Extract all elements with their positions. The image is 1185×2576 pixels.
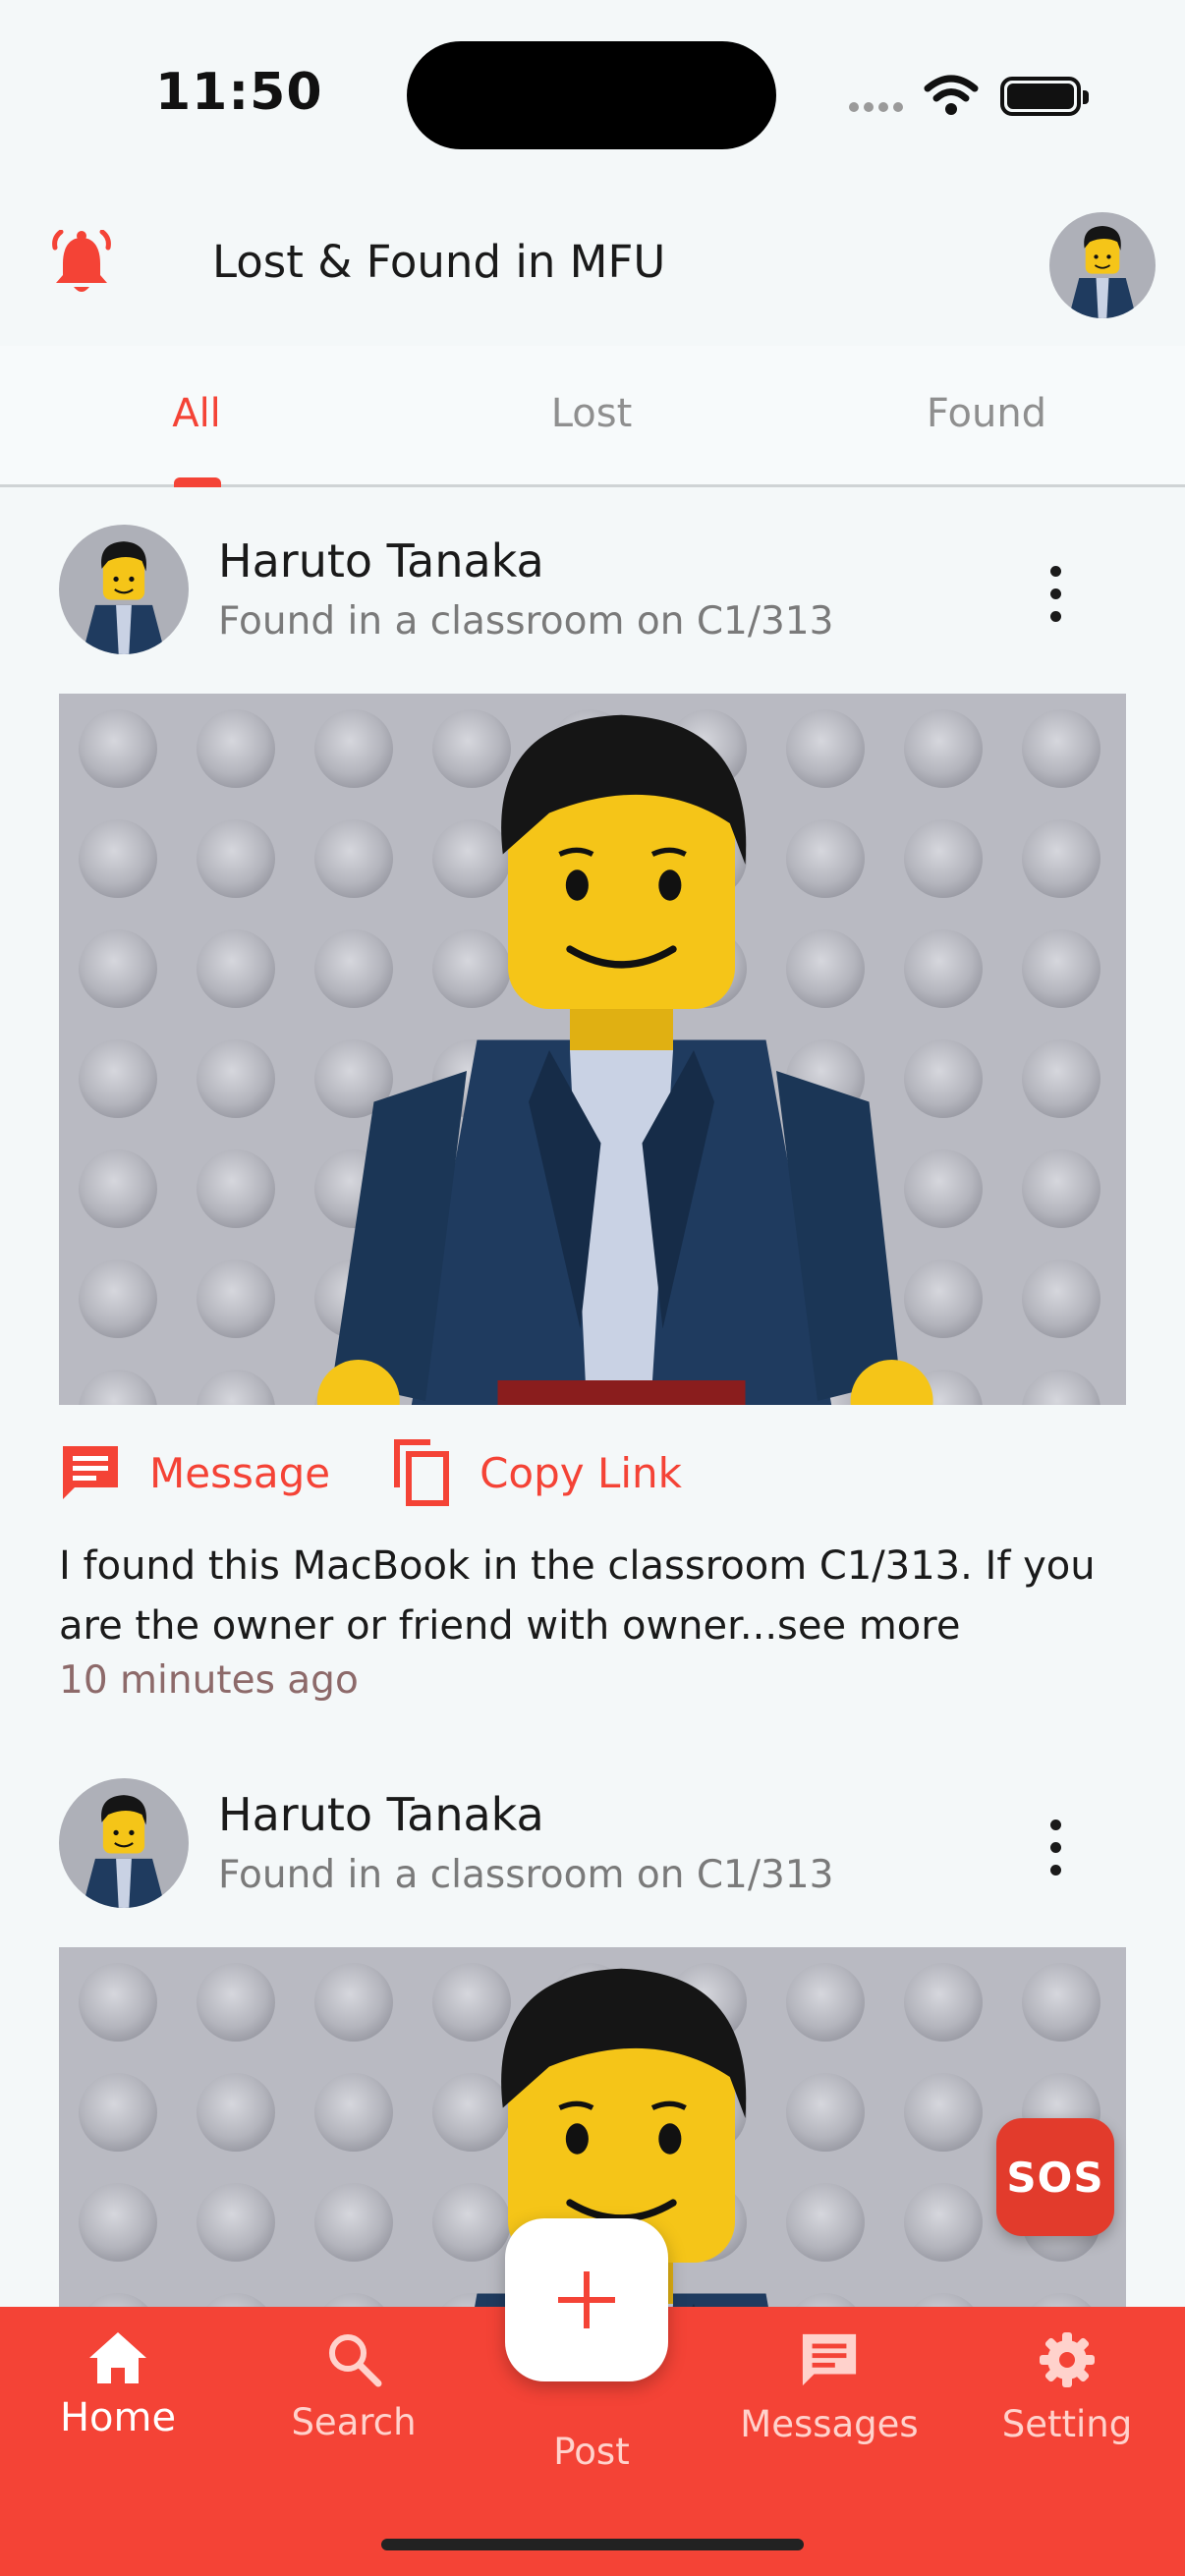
nav-setting-label: Setting <box>1001 2403 1133 2445</box>
nav-setting[interactable]: Setting <box>969 2330 1165 2445</box>
message-icon <box>802 2333 857 2386</box>
copy-link-button[interactable]: Copy Link <box>391 1438 682 1507</box>
create-post-button[interactable] <box>505 2218 668 2381</box>
battery-icon <box>1000 77 1089 116</box>
post-location: Found in a classroom on C1/313 <box>218 599 834 644</box>
nav-search[interactable]: Search <box>255 2330 452 2443</box>
nav-post-label: Post <box>553 2431 630 2473</box>
message-button[interactable]: Message <box>59 1442 330 1503</box>
notification-bell-icon[interactable] <box>49 230 114 299</box>
nav-post[interactable]: Post <box>493 2417 690 2473</box>
filter-tabs: All Lost Found <box>0 346 1185 487</box>
status-time: 11:50 <box>155 63 323 122</box>
nav-home-label: Home <box>59 2395 177 2440</box>
home-indicator <box>381 2539 804 2550</box>
profile-avatar[interactable] <box>1049 212 1156 318</box>
post-author-avatar[interactable] <box>59 525 189 654</box>
post-image[interactable] <box>59 694 1126 1405</box>
message-icon <box>63 1446 118 1499</box>
more-options-icon[interactable] <box>1034 566 1077 622</box>
post-location: Found in a classroom on C1/313 <box>218 1853 834 1897</box>
status-bar: 11:50 <box>0 0 1185 187</box>
cellular-signal-icon <box>849 102 903 112</box>
post-description[interactable]: I found this MacBook in the classroom C1… <box>59 1537 1130 1656</box>
search-icon <box>329 2334 382 2387</box>
tab-all[interactable]: All <box>49 391 344 436</box>
nav-home[interactable]: Home <box>20 2330 216 2440</box>
post-author-avatar[interactable] <box>59 1778 189 1908</box>
sos-button[interactable]: SOS <box>996 2118 1114 2236</box>
nav-messages[interactable]: Messages <box>731 2330 928 2445</box>
nav-messages-label: Messages <box>740 2403 919 2445</box>
more-options-icon[interactable] <box>1034 1820 1077 1876</box>
copy-icon <box>394 1439 450 1506</box>
post-actions: Message Copy Link <box>59 1438 743 1507</box>
tab-found[interactable]: Found <box>839 391 1134 436</box>
nav-search-label: Search <box>291 2401 417 2443</box>
tab-lost[interactable]: Lost <box>444 391 739 436</box>
wifi-icon <box>924 75 979 115</box>
active-tab-indicator <box>174 477 221 487</box>
post-author-name: Haruto Tanaka <box>218 534 544 588</box>
page-title: Lost & Found in MFU <box>212 236 666 288</box>
copy-link-label: Copy Link <box>480 1448 682 1497</box>
dynamic-island <box>407 41 776 149</box>
plus-icon <box>558 2271 615 2328</box>
post-timestamp: 10 minutes ago <box>59 1658 359 1703</box>
message-label: Message <box>149 1448 331 1497</box>
home-icon <box>89 2332 146 2383</box>
post-author-name: Haruto Tanaka <box>218 1788 544 1841</box>
gear-icon <box>1040 2332 1095 2387</box>
